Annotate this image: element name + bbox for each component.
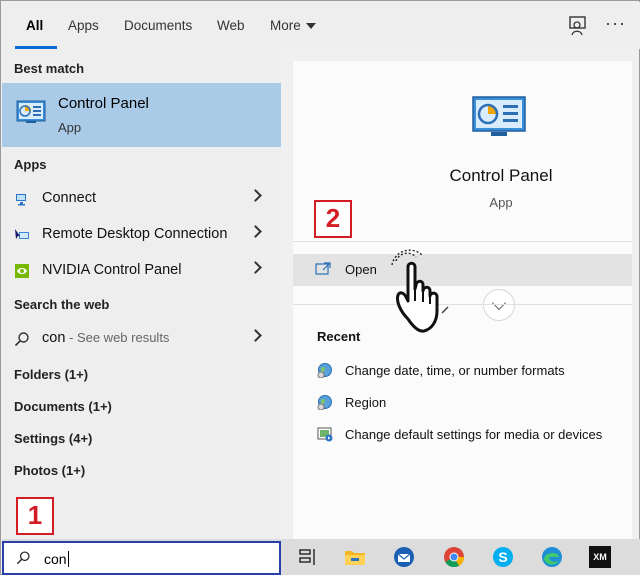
recent-item-region[interactable]: Region [293,389,632,417]
file-explorer-icon[interactable] [343,545,367,569]
start-search-window: All Apps Documents Web More ··· Best mat… [0,0,640,575]
web-result-item[interactable]: con - See web results [2,323,281,355]
skype-icon[interactable]: S [491,545,515,569]
search-icon [14,332,29,347]
preview-title: Control Panel [449,166,553,185]
tab-more[interactable]: More [270,18,316,33]
region-icon [317,395,332,410]
taskbar-search-box[interactable]: con [2,541,281,575]
connect-icon [16,194,26,206]
chrome-icon[interactable] [442,545,466,569]
recent-heading: Recent [317,329,361,344]
list-item-remote-desktop[interactable]: Remote Desktop Connection [2,219,281,251]
best-match-item[interactable]: Control Panel App [2,83,281,147]
more-options-icon[interactable]: ··· [605,14,626,32]
best-match-heading: Best match [14,61,85,76]
text-cursor [67,551,69,567]
chevron-right-icon[interactable] [249,261,262,274]
control-panel-icon [16,100,46,123]
recent-item-label: Region [345,395,387,410]
list-item-label: Remote Desktop Connection [42,226,228,242]
date-time-settings-icon [317,363,332,378]
tab-documents[interactable]: Documents [124,18,192,33]
recent-item-label: Change date, time, or number formats [345,363,565,378]
tab-web[interactable]: Web [217,18,245,33]
xm-trading-icon[interactable]: XM [588,545,612,569]
divider [293,241,632,242]
open-action[interactable]: Open [293,254,632,286]
best-match-title: Control Panel [58,95,149,112]
apps-heading: Apps [14,157,47,172]
search-input-value: con [44,551,67,567]
web-result-label: con - See web results [42,330,169,346]
list-item-nvidia[interactable]: NVIDIA Control Panel [2,255,281,287]
recent-item-autoplay[interactable]: Change default settings for media or dev… [293,421,632,449]
category-settings[interactable]: Settings (4+) [14,431,92,446]
step-badge-2: 2 [314,200,352,238]
tab-all[interactable]: All [26,18,43,33]
chevron-down-icon [305,23,316,30]
divider [293,304,632,305]
search-input[interactable]: con [44,551,69,567]
task-view-icon[interactable] [296,545,320,569]
tab-more-label: More [270,18,301,33]
step-badge-1: 1 [16,497,54,535]
svg-text:S: S [498,549,507,565]
expand-button[interactable] [483,289,515,321]
chevron-right-icon[interactable] [249,225,262,238]
chevron-right-icon[interactable] [249,189,262,202]
chevron-right-icon[interactable] [249,329,262,342]
search-web-heading: Search the web [14,297,110,312]
remote-desktop-icon [15,229,29,239]
list-item-label: Connect [42,190,97,206]
chevron-down-icon [491,295,507,311]
nvidia-icon [15,264,29,278]
search-scope-tabs: All Apps Documents Web More ··· [2,2,640,49]
control-panel-icon [472,96,526,136]
best-match-subtitle: App [58,120,82,135]
autoplay-icon [317,427,333,442]
list-item-label: NVIDIA Control Panel [42,262,182,278]
open-label: Open [345,262,377,277]
svg-text:XM: XM [593,552,607,562]
list-item-connect[interactable]: Connect [2,183,281,215]
web-results-hint: - See web results [65,330,170,345]
category-photos[interactable]: Photos (1+) [14,463,85,478]
recent-item-date-time[interactable]: Change date, time, or number formats [293,357,632,385]
category-folders[interactable]: Folders (1+) [14,367,88,382]
recent-item-label: Change default settings for media or dev… [345,427,603,442]
edge-icon[interactable] [540,545,564,569]
tab-apps[interactable]: Apps [68,18,99,33]
feedback-icon[interactable] [568,16,590,36]
preview-pane: Control Panel App Open Recent Change dat… [293,61,632,539]
open-icon [315,262,331,275]
category-documents[interactable]: Documents (1+) [14,399,112,414]
web-query: con [42,330,66,346]
pointer-hand-icon [391,249,449,333]
search-icon [16,551,30,565]
thunderbird-icon[interactable] [392,545,416,569]
results-pane: Best match Control Panel App Apps Connec… [2,49,281,539]
